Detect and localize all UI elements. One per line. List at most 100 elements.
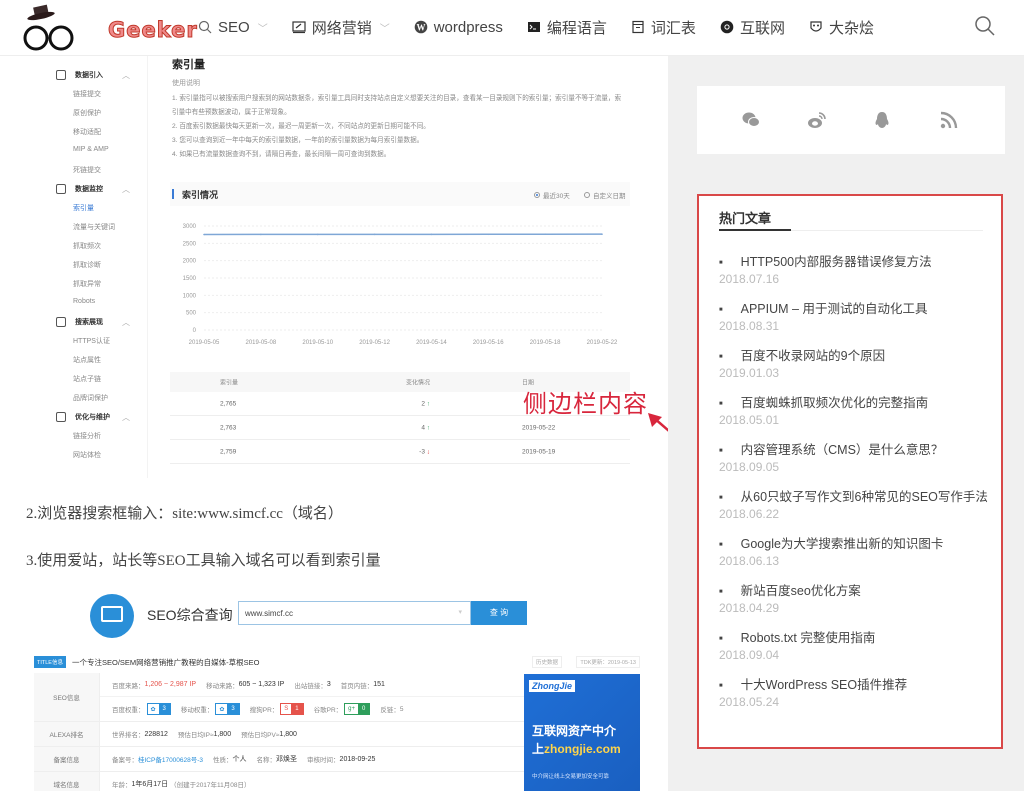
hot-article-date: 2018.04.29 bbox=[719, 601, 780, 615]
nav-sub-item[interactable]: Robots bbox=[73, 298, 95, 305]
nav-group-label: 搜索展现 bbox=[75, 319, 103, 326]
data-point[interactable] bbox=[544, 233, 546, 236]
nav-sub-item[interactable]: 链接分析 bbox=[73, 431, 101, 441]
hot-article-link[interactable]: 百度不收录网站的9个原因 bbox=[719, 348, 989, 366]
field-label: 预估日均IP≈ bbox=[177, 732, 214, 739]
nav-group-0[interactable]: 数据引入 ︿ bbox=[56, 70, 130, 80]
nav-item-internet[interactable]: 互联网 bbox=[720, 17, 785, 38]
icp-review-date: 2018-09-25 bbox=[339, 755, 376, 763]
nav-sub-item[interactable]: 死链提交 bbox=[73, 165, 101, 175]
radio-dot bbox=[584, 192, 590, 198]
data-point[interactable] bbox=[316, 233, 319, 236]
hot-article-link[interactable]: 百度蜘蛛抓取频次优化的完整指南 bbox=[719, 395, 989, 413]
nav-sub-item[interactable]: 网站体检 bbox=[73, 450, 101, 460]
baidu-weight-badge[interactable]: ✿ 3 bbox=[146, 703, 171, 715]
nav-sub-item[interactable]: MIP & AMP bbox=[73, 146, 109, 153]
icp-number-link[interactable]: 桂ICP备17000628号-3 bbox=[138, 754, 203, 764]
wechat-icon[interactable] bbox=[741, 110, 761, 130]
radio-custom-date[interactable]: 自定义日期 bbox=[584, 190, 626, 200]
panel-title: 索引情况 bbox=[182, 190, 219, 200]
data-point[interactable] bbox=[203, 233, 205, 236]
hot-article-link[interactable]: 新站百度seo优化方案 bbox=[719, 583, 989, 601]
nav-sub-item[interactable]: 品牌词保护 bbox=[73, 393, 108, 403]
domain-query-input[interactable]: www.simcf.cc ▾ bbox=[238, 601, 471, 625]
nav-item-misc[interactable]: 大杂烩 bbox=[809, 17, 874, 38]
query-button[interactable]: 查 询 bbox=[471, 601, 527, 625]
nav-label: wordpress bbox=[433, 18, 503, 36]
field-label: 搜狗PR： bbox=[249, 707, 279, 714]
nav-sub-item[interactable]: 站点属性 bbox=[73, 355, 101, 365]
edit-screen-icon bbox=[292, 21, 306, 34]
hot-article-link[interactable]: Robots.txt 完整使用指南 bbox=[719, 630, 989, 648]
usage-line: 4. 如果已有流量数据查询不到，请隔日再查，最长间隔一周可查询到数据。 bbox=[172, 151, 391, 158]
wordpress-icon: W bbox=[414, 20, 428, 34]
rss-icon[interactable] bbox=[939, 110, 959, 130]
nav-group-2[interactable]: 搜索展现 ︿ bbox=[56, 317, 130, 327]
monitor-chart-icon bbox=[101, 606, 123, 622]
qq-icon[interactable] bbox=[872, 110, 892, 130]
hot-article-link[interactable]: Google为大学搜索推出新的知识图卡 bbox=[719, 536, 989, 554]
hot-article-link[interactable]: HTTP500内部服务器错误修复方法 bbox=[719, 254, 989, 272]
outlinks: 3 bbox=[326, 681, 331, 688]
nav-label: 互联网 bbox=[739, 19, 785, 37]
x-tick-label: 2019-05-05 bbox=[189, 340, 220, 346]
nav-item-glossary[interactable]: 词汇表 bbox=[631, 17, 696, 38]
field-label: 性质： bbox=[213, 757, 233, 764]
nav-sub-item[interactable]: 流量与关键词 bbox=[73, 222, 115, 232]
radio-last-30-days[interactable]: 最近30天 bbox=[534, 190, 570, 200]
hot-article-link[interactable]: 十大WordPress SEO插件推荐 bbox=[719, 677, 989, 695]
nav-sub-item[interactable]: 索引量 bbox=[73, 203, 94, 213]
nav-sub-item[interactable]: 原创保护 bbox=[73, 108, 101, 118]
hot-articles-title: 热门文章 bbox=[719, 211, 772, 226]
history-data-button[interactable]: 历史数据 bbox=[531, 656, 562, 668]
nav-sub-item[interactable]: 站点子链 bbox=[73, 374, 101, 384]
nav-sub-item[interactable]: 移动适配 bbox=[73, 127, 101, 137]
sogou-pr-badge[interactable]: S1 bbox=[280, 703, 304, 715]
site-logo[interactable]: Geeker bbox=[22, 4, 197, 52]
google-plus-icon: g+ bbox=[348, 706, 356, 712]
nav-item-programming[interactable]: 编程语言 bbox=[527, 17, 607, 38]
weibo-icon[interactable] bbox=[807, 110, 827, 130]
nav-item-marketing[interactable]: 网络营销 ﹀ bbox=[292, 17, 390, 38]
seo-tool-logo bbox=[90, 594, 134, 638]
mobile-weight-badge[interactable]: ✿ 3 bbox=[215, 703, 240, 715]
nav-sub-item[interactable]: HTTPS认证 bbox=[73, 336, 110, 346]
nav-sub-item[interactable]: 抓取异常 bbox=[73, 279, 101, 289]
nav-item-seo[interactable]: SEO ﹀ bbox=[198, 19, 268, 36]
radio-dot bbox=[534, 192, 540, 198]
field-label: 百度权重： bbox=[112, 707, 145, 714]
data-point[interactable] bbox=[487, 233, 490, 236]
nav-group-label: 数据监控 bbox=[75, 186, 103, 193]
nav-group-3[interactable]: 优化与维护 ︿ bbox=[56, 412, 130, 422]
chevron-up-icon: ︿ bbox=[122, 317, 130, 327]
nav-sub-item[interactable]: 抓取频次 bbox=[73, 241, 101, 251]
hot-articles-list: HTTP500内部服务器错误修复方法2018.07.16 APPIUM – 用于测… bbox=[719, 254, 989, 724]
data-point[interactable] bbox=[430, 233, 433, 236]
nav-sub-item[interactable]: 抓取诊断 bbox=[73, 260, 101, 270]
field-label: 世界排名： bbox=[112, 732, 145, 739]
icp-row: 备案信息 备案号： 桂ICP备17000628号-3 性质： 个人 名称： 邓焕圣 审… bbox=[34, 747, 524, 772]
hot-article-link[interactable]: APPIUM – 用于测试的自动化工具 bbox=[719, 301, 989, 319]
hot-articles-widget: 热门文章 HTTP500内部服务器错误修复方法2018.07.16 APPIUM … bbox=[697, 194, 1003, 749]
index-change: 4 ↑ bbox=[360, 424, 430, 431]
alexa-row: ALEXA排名 世界排名： 228812 预估日均IP≈ 1,800 预估日均PV≈… bbox=[34, 722, 524, 747]
index-count: 2,763 bbox=[220, 424, 237, 431]
y-tick-label: 2000 bbox=[183, 259, 197, 265]
hot-article-link[interactable]: 从60只蚊子写作文到6种常见的SEO写作手法 bbox=[719, 489, 989, 507]
hot-article-date: 2018.06.13 bbox=[719, 554, 780, 568]
nav-sub-item[interactable]: 链接提交 bbox=[73, 89, 101, 99]
chevron-down-icon: ﹀ bbox=[257, 23, 268, 35]
data-point[interactable] bbox=[260, 233, 262, 236]
field-label: 备案号： bbox=[112, 757, 138, 764]
header-search-button[interactable] bbox=[974, 15, 996, 37]
google-pr-badge[interactable]: g+ 0 bbox=[344, 703, 371, 715]
seo-query-screenshot: SEO综合查询 www.simcf.cc ▾ 查 询 TITLE信息 一个专注S… bbox=[34, 589, 640, 791]
logo-text: Geeker bbox=[108, 18, 198, 43]
nav-group-1[interactable]: 数据监控 ︿ bbox=[56, 184, 130, 194]
ad-domain: zhongjie.com bbox=[544, 742, 621, 756]
nav-item-wordpress[interactable]: W wordpress bbox=[414, 19, 503, 36]
zhongjie-ad-banner[interactable]: ZhongJie 互联网资产中介 上zhongjie.com 中介网让线上交易更… bbox=[524, 674, 640, 791]
data-point[interactable] bbox=[601, 233, 603, 235]
data-point[interactable] bbox=[373, 233, 376, 236]
hot-article-link[interactable]: 内容管理系统（CMS）是什么意思？ bbox=[719, 442, 989, 460]
